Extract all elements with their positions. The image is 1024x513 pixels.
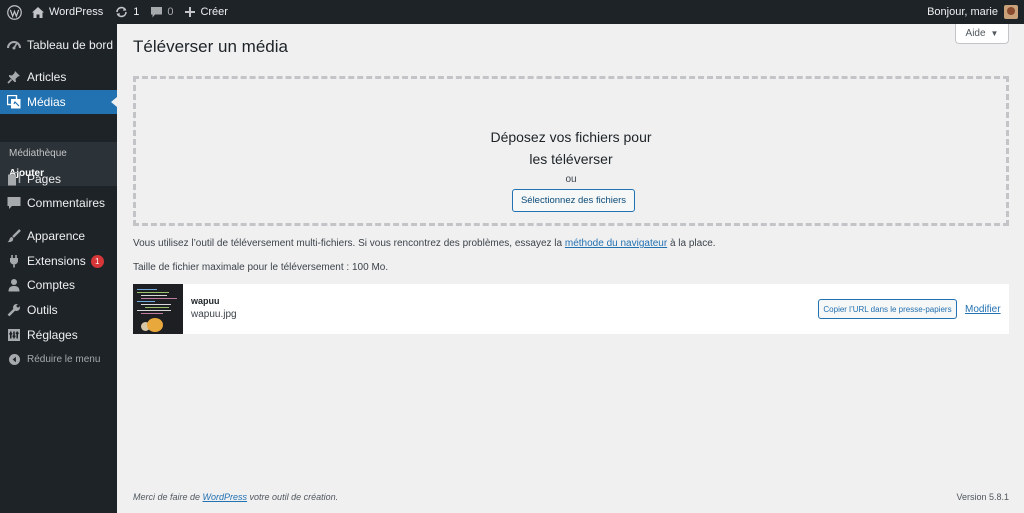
new-content-label: Créer xyxy=(200,6,228,18)
copy-url-button[interactable]: Copier l’URL dans le presse-papiers xyxy=(818,299,957,319)
new-content-link[interactable]: Créer xyxy=(179,0,234,24)
drop-or-label: ou xyxy=(565,174,577,185)
media-icon xyxy=(7,95,21,109)
sidebar-item-label: Apparence xyxy=(27,229,86,243)
account-greeting: Bonjour, marie xyxy=(927,6,998,18)
admin-sidebar: Tableau de bord Articles Médias Médiathè… xyxy=(0,24,117,513)
sidebar-item-label: Outils xyxy=(27,303,58,317)
wordpress-link[interactable]: WordPress xyxy=(203,492,248,502)
sidebar-item-label: Médias xyxy=(27,95,66,109)
uploader-note-suffix: à la place. xyxy=(667,238,716,249)
sidebar-item-label: Tableau de bord xyxy=(27,38,114,52)
plus-icon xyxy=(185,7,196,17)
help-label: Aide xyxy=(965,28,986,39)
uploader-note-text: Vous utilisez l’outil de téléversement m… xyxy=(133,238,565,249)
footer-thanks-text: Merci de faire de xyxy=(133,492,203,502)
dashboard-icon xyxy=(7,38,21,52)
sidebar-item-label: Pages xyxy=(27,172,62,186)
pin-icon xyxy=(7,70,21,84)
drop-instructions: Déposez vos fichiers pour les téléverser xyxy=(136,126,1006,170)
collapse-menu-label: Réduire le menu xyxy=(27,353,101,365)
sidebar-item-tools[interactable]: Outils xyxy=(0,298,117,322)
sidebar-item-pages[interactable]: Pages xyxy=(0,167,117,191)
avatar xyxy=(1004,5,1018,19)
home-icon xyxy=(32,6,44,18)
drop-instructions-line2: les téléverser xyxy=(529,151,613,167)
drop-instructions-line1: Déposez vos fichiers pour xyxy=(490,129,652,145)
comment-bubble-icon xyxy=(151,6,163,18)
updates-link[interactable]: 1 xyxy=(109,0,145,24)
media-thumbnail[interactable] xyxy=(133,284,183,334)
sidebar-item-label: Comptes xyxy=(27,278,76,292)
plugin-update-badge: 1 xyxy=(90,254,104,268)
page-title: Téléverser un média xyxy=(133,37,288,56)
site-name-link[interactable]: WordPress xyxy=(28,0,109,24)
media-filename: wapuu.jpg xyxy=(191,309,237,320)
browser-uploader-link[interactable]: méthode du navigateur xyxy=(565,238,667,249)
wordpress-logo-icon[interactable] xyxy=(0,0,28,24)
uploaded-media-item: wapuu wapuu.jpg Copier l’URL dans le pre… xyxy=(133,284,1009,334)
sidebar-item-dashboard[interactable]: Tableau de bord xyxy=(0,33,117,57)
footer-version: Version 5.8.1 xyxy=(956,492,1009,502)
comment-icon xyxy=(7,196,21,210)
sidebar-item-appearance[interactable]: Apparence xyxy=(0,224,117,248)
sidebar-item-label: Commentaires xyxy=(27,196,106,210)
comments-link[interactable]: 0 xyxy=(145,0,179,24)
updates-icon xyxy=(115,6,128,18)
help-tab-button[interactable]: Aide ▼ xyxy=(955,24,1009,44)
site-name: WordPress xyxy=(49,6,104,18)
sidebar-item-settings[interactable]: Réglages xyxy=(0,323,117,347)
settings-icon xyxy=(7,328,21,342)
pages-icon xyxy=(7,172,21,186)
caret-down-icon: ▼ xyxy=(990,29,999,38)
wrench-icon xyxy=(7,303,21,317)
plugin-icon xyxy=(7,254,21,268)
my-account[interactable]: Bonjour, marie xyxy=(927,5,1024,19)
sidebar-item-comments[interactable]: Commentaires xyxy=(0,191,117,215)
sidebar-item-users[interactable]: Comptes xyxy=(0,273,117,297)
uploader-note: Vous utilisez l’outil de téléversement m… xyxy=(133,238,716,249)
admin-bar: WordPress 1 0 Créer Bonjour, marie xyxy=(0,0,1024,24)
brush-icon xyxy=(7,229,21,243)
sidebar-item-label: Articles xyxy=(27,70,67,84)
users-icon xyxy=(7,278,21,292)
footer-thanks-suffix: votre outil de création. xyxy=(247,492,339,502)
sidebar-item-media[interactable]: Médias xyxy=(0,90,117,114)
comments-count: 0 xyxy=(167,6,174,18)
collapse-menu-button[interactable]: Réduire le menu xyxy=(0,347,117,371)
max-upload-size: Taille de fichier maximale pour le télév… xyxy=(133,262,389,273)
sidebar-item-label: Réglages xyxy=(27,328,78,342)
sidebar-item-posts[interactable]: Articles xyxy=(0,65,117,89)
updates-count: 1 xyxy=(133,6,140,18)
thumbnail-detail xyxy=(147,318,163,332)
media-title: wapuu xyxy=(191,296,220,306)
edit-media-link[interactable]: Modifier xyxy=(965,304,1001,315)
sidebar-item-plugins[interactable]: Extensions 1 xyxy=(0,249,117,273)
collapse-arrow-icon xyxy=(7,352,21,366)
footer-thanks: Merci de faire de WordPress votre outil … xyxy=(133,492,338,502)
select-files-button[interactable]: Sélectionnez des fichiers xyxy=(512,189,635,212)
submenu-library[interactable]: Médiathèque xyxy=(9,148,67,159)
sidebar-item-label: Extensions xyxy=(27,254,86,268)
drag-drop-area[interactable]: Déposez vos fichiers pour les téléverser… xyxy=(133,76,1009,226)
